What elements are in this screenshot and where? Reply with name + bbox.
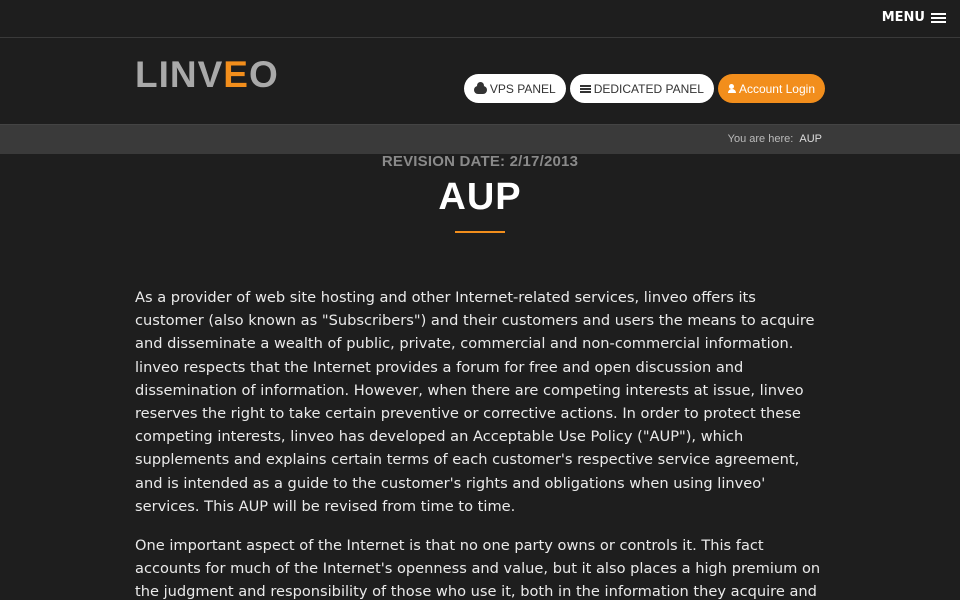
site-header: LINVEO VPS PANEL DEDICATED PANEL Account…	[0, 38, 960, 124]
cloud-icon	[473, 81, 487, 94]
account-login-button[interactable]: Account Login	[717, 74, 825, 103]
linveo-logo[interactable]: LINVEO	[135, 54, 279, 96]
breadcrumb-bar: You are here: AUP	[0, 124, 960, 154]
breadcrumb-current: AUP	[799, 133, 822, 145]
dedicated-panel-button[interactable]: DEDICATED PANEL	[569, 74, 714, 103]
vps-panel-button[interactable]: VPS PANEL	[463, 74, 566, 103]
policy-content: As a provider of web site hosting and ot…	[135, 286, 825, 600]
menu-button[interactable]: MENU	[882, 10, 946, 25]
menu-label: MENU	[881, 10, 925, 25]
top-bar: MENU	[0, 0, 960, 38]
breadcrumb: You are here: AUP	[728, 133, 822, 145]
breadcrumb-prefix: You are here:	[727, 133, 794, 145]
policy-paragraph: As a provider of web site hosting and ot…	[135, 289, 815, 515]
page-title: AUP	[438, 176, 522, 218]
panel-nav: VPS PANEL DEDICATED PANEL Account Login	[463, 74, 825, 103]
server-icon	[579, 84, 591, 93]
policy-paragraph: One important aspect of the Internet is …	[135, 537, 821, 600]
dedicated-panel-label: DEDICATED PANEL	[593, 81, 704, 96]
account-login-label: Account Login	[738, 81, 815, 96]
hamburger-icon	[931, 12, 946, 23]
revision-date: REVISION DATE: 2/17/2013	[381, 153, 579, 170]
title-divider	[455, 231, 505, 233]
vps-panel-label: VPS PANEL	[489, 81, 556, 96]
page-header: REVISION DATE: 2/17/2013 AUP	[0, 153, 960, 233]
user-icon	[727, 84, 736, 93]
